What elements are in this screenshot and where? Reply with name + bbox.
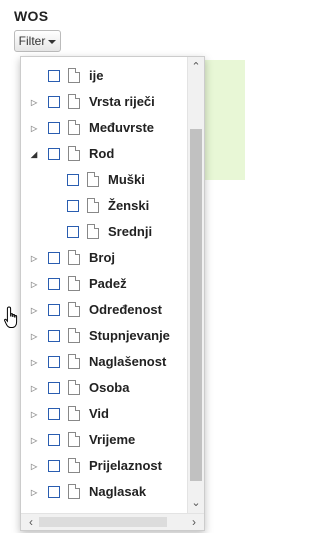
caret-down-icon: [48, 39, 57, 44]
page-title: WOS: [14, 8, 49, 24]
document-icon: [68, 68, 80, 83]
tree-item-label: Prijelaznost: [89, 458, 162, 473]
expand-arrow-right-icon[interactable]: ▷: [31, 489, 39, 497]
document-icon: [68, 484, 80, 499]
tree-item-label: Ženski: [108, 198, 150, 213]
tree-item-label: Vrsta riječi: [89, 94, 155, 109]
document-icon: [68, 380, 80, 395]
scroll-left-icon[interactable]: ‹: [23, 514, 39, 530]
document-icon: [68, 432, 80, 447]
document-icon: [68, 302, 80, 317]
filter-button[interactable]: Filter: [14, 30, 61, 52]
expand-arrow-right-icon[interactable]: ▷: [31, 385, 39, 393]
filter-tree: ije ▷ Vrsta riječi ▷ Međuvrste ◢ Rod Muški Žensk…: [21, 57, 187, 513]
vertical-scrollbar[interactable]: ⌃ ⌄: [187, 57, 204, 513]
expand-arrow-right-icon[interactable]: ▷: [31, 125, 39, 133]
expand-arrow-right-icon[interactable]: ▷: [31, 307, 39, 315]
filter-button-label: Filter: [18, 34, 46, 48]
document-icon: [87, 198, 99, 213]
horizontal-scroll-thumb[interactable]: [39, 517, 167, 527]
tree-item-checkbox[interactable]: [48, 382, 60, 394]
tree-item-checkbox[interactable]: [48, 96, 60, 108]
document-icon: [68, 406, 80, 421]
horizontal-scrollbar[interactable]: ‹ ›: [21, 513, 204, 530]
tree-item-label: Vid: [89, 406, 109, 421]
tree-item-checkbox[interactable]: [67, 174, 79, 186]
document-icon: [68, 120, 80, 135]
expand-arrow-down-icon[interactable]: ◢: [31, 151, 39, 159]
tree-item-checkbox[interactable]: [48, 486, 60, 498]
document-icon: [68, 250, 80, 265]
expand-arrow-right-icon[interactable]: ▷: [31, 333, 39, 341]
document-icon: [68, 94, 80, 109]
tree-item-checkbox[interactable]: [48, 408, 60, 420]
page: WOS Filter ije ▷ Vrsta riječi ▷ Međuvrste ◢ Ro…: [0, 0, 245, 533]
document-icon: [68, 354, 80, 369]
tree-item-label: Broj: [89, 250, 115, 265]
tree-item-label: Određenost: [89, 302, 162, 317]
expand-arrow-right-icon[interactable]: ▷: [31, 359, 39, 367]
document-icon: [68, 328, 80, 343]
tree-item-label: Naglasak: [89, 484, 147, 499]
tree-item-checkbox[interactable]: [48, 304, 60, 316]
expand-arrow-right-icon[interactable]: ▷: [31, 463, 39, 471]
tree-item-checkbox[interactable]: [48, 70, 60, 82]
tree-item-checkbox[interactable]: [48, 434, 60, 446]
document-icon: [87, 172, 99, 187]
tree-item-label: Rod: [89, 146, 115, 161]
tree-item-label: ije: [89, 68, 104, 83]
scroll-down-icon[interactable]: ⌄: [188, 495, 204, 511]
vertical-scroll-thumb[interactable]: [190, 129, 202, 481]
tree-item-label: Vrijeme: [89, 432, 136, 447]
document-icon: [68, 146, 80, 161]
document-icon: [68, 458, 80, 473]
expand-arrow-right-icon[interactable]: ▷: [31, 99, 39, 107]
hand-pointer-icon: [4, 306, 18, 328]
tree-item-checkbox[interactable]: [48, 356, 60, 368]
tree-item-checkbox[interactable]: [48, 278, 60, 290]
expand-arrow-right-icon[interactable]: ▷: [31, 255, 39, 263]
expand-arrow-right-icon[interactable]: ▷: [31, 281, 39, 289]
tree-item-label: Međuvrste: [89, 120, 155, 135]
tree-item-checkbox[interactable]: [67, 200, 79, 212]
tree-item-checkbox[interactable]: [48, 122, 60, 134]
tree-item-checkbox[interactable]: [48, 330, 60, 342]
document-icon: [87, 224, 99, 239]
tree-item-checkbox[interactable]: [48, 252, 60, 264]
tree-item-label: Padež: [89, 276, 127, 291]
tree-item-checkbox[interactable]: [48, 460, 60, 472]
tree-item-label: Srednji: [108, 224, 153, 239]
document-icon: [68, 276, 80, 291]
tree-item-checkbox[interactable]: [67, 226, 79, 238]
tree-item-label: Muški: [108, 172, 145, 187]
filter-dropdown: ije ▷ Vrsta riječi ▷ Međuvrste ◢ Rod Muški Žensk…: [20, 56, 205, 531]
tree-item-label: Osoba: [89, 380, 130, 395]
tree-item-label: Naglašenost: [89, 354, 167, 369]
scroll-right-icon[interactable]: ›: [186, 514, 202, 530]
tree-item-checkbox[interactable]: [48, 148, 60, 160]
scroll-up-icon[interactable]: ⌃: [188, 59, 204, 75]
tree-item-label: Stupnjevanje: [89, 328, 170, 343]
expand-arrow-right-icon[interactable]: ▷: [31, 411, 39, 419]
expand-arrow-right-icon[interactable]: ▷: [31, 437, 39, 445]
